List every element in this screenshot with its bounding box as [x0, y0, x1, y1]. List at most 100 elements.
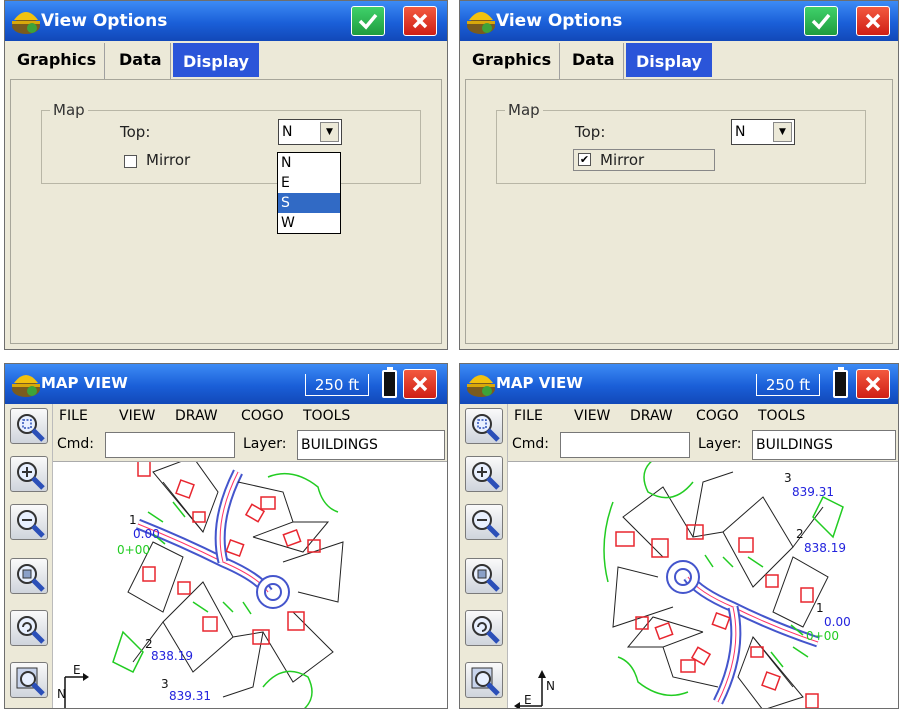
zoom-extents-icon — [472, 564, 500, 592]
menu-cogo[interactable]: COGO — [696, 404, 739, 428]
zoom-extents-icon — [17, 564, 45, 592]
title-bar: View Options — [5, 1, 447, 41]
ok-button[interactable] — [351, 6, 385, 36]
north-label: N — [57, 687, 66, 701]
zoom-previous-button[interactable] — [10, 610, 48, 646]
top-label: Top: — [575, 123, 606, 141]
zoom-window-button[interactable] — [465, 408, 503, 444]
point-number-2: 2 — [796, 527, 804, 541]
chevron-down-icon[interactable]: ▼ — [773, 122, 792, 142]
mirror-label: Mirror — [600, 151, 645, 169]
top-select-value: N — [282, 124, 293, 140]
close-icon — [412, 376, 428, 392]
tab-data[interactable]: Data — [564, 43, 624, 79]
zoom-extents-button[interactable] — [10, 558, 48, 594]
checkmark-icon — [811, 13, 831, 30]
tab-display[interactable]: Display — [626, 43, 712, 77]
zoom-previous-button[interactable] — [465, 610, 503, 646]
chevron-down-icon[interactable]: ▼ — [320, 122, 339, 142]
app-logo-icon — [467, 12, 495, 34]
point-elevation-3: 839.31 — [792, 485, 834, 499]
zoom-window-button[interactable] — [10, 408, 48, 444]
tab-data[interactable]: Data — [111, 43, 171, 79]
pan-button[interactable] — [10, 662, 48, 698]
east-label: E — [73, 663, 81, 677]
title-bar: MAP VIEW 250 ft — [460, 364, 898, 404]
map-group-label: Map — [50, 101, 88, 119]
zoom-out-button[interactable] — [465, 504, 503, 540]
checkmark-icon — [358, 13, 378, 30]
road-centerline — [135, 469, 290, 609]
zoom-in-button[interactable] — [10, 456, 48, 492]
site-plan-drawing: 1 0.00 0+00 2 838.19 3 839.31 N E — [514, 459, 851, 708]
north-east-arrow-icon: N E — [514, 670, 555, 708]
zoom-in-icon — [17, 462, 45, 490]
menu-cogo[interactable]: COGO — [241, 404, 284, 428]
map-canvas[interactable]: 1 0.00 0+00 2 838.19 3 839.31 N E — [508, 459, 898, 708]
zoom-out-icon — [17, 510, 45, 538]
zoom-window-icon — [472, 414, 500, 442]
zoom-extents-button[interactable] — [465, 558, 503, 594]
menu-draw[interactable]: DRAW — [175, 404, 218, 428]
zoom-out-button[interactable] — [10, 504, 48, 540]
zoom-out-icon — [472, 510, 500, 538]
menu-file[interactable]: FILE — [514, 404, 543, 428]
battery-icon — [833, 367, 848, 398]
pan-button[interactable] — [465, 662, 503, 698]
view-options-dialog-right: View Options Graphics Data Display Map T… — [459, 0, 899, 350]
point-elevation-2: 838.19 — [151, 649, 193, 663]
close-button[interactable] — [403, 6, 437, 36]
map-title: MAP VIEW — [496, 374, 583, 392]
point-elevation-1: 0.00 — [133, 527, 160, 541]
station-label: 0+00 — [806, 629, 839, 643]
dropdown-option-e[interactable]: E — [278, 173, 340, 193]
top-select[interactable]: N ▼ — [278, 119, 342, 145]
tool-column — [460, 404, 508, 708]
tab-display[interactable]: Display — [173, 43, 259, 77]
tab-graphics[interactable]: Graphics — [9, 43, 106, 79]
command-row: Cmd: Layer: BUILDINGS — [53, 428, 447, 462]
menu-tools[interactable]: TOOLS — [758, 404, 805, 428]
zoom-window-icon — [17, 414, 45, 442]
map-title: MAP VIEW — [41, 374, 128, 392]
point-elevation-1: 0.00 — [824, 615, 851, 629]
east-label: E — [524, 693, 532, 707]
close-button[interactable] — [856, 6, 890, 36]
menu-draw[interactable]: DRAW — [630, 404, 673, 428]
dropdown-option-s[interactable]: S — [278, 193, 340, 213]
display-tab-content: Map Top: N ▼ ✔ Mirror — [465, 79, 893, 344]
cmd-input[interactable] — [105, 432, 235, 458]
display-tab-content: Map Top: N ▼ Mirror N E S W — [10, 79, 442, 344]
menu-bar: FILE VIEW DRAW COGO TOOLS — [508, 404, 898, 428]
cmd-input[interactable] — [560, 432, 690, 458]
mirror-checkbox[interactable]: ✔ — [578, 153, 591, 166]
mirror-checkbox[interactable] — [124, 155, 137, 168]
menu-file[interactable]: FILE — [59, 404, 88, 428]
tab-graphics[interactable]: Graphics — [464, 43, 561, 79]
layer-label: Layer: — [243, 436, 287, 452]
top-select[interactable]: N ▼ — [731, 119, 795, 145]
map-canvas[interactable]: 1 0.00 0+00 2 838.19 3 839.31 E N — [53, 456, 447, 708]
menu-view[interactable]: VIEW — [574, 404, 610, 428]
map-group-label: Map — [505, 101, 543, 119]
dialog-title: View Options — [41, 11, 168, 31]
point-number-3: 3 — [161, 677, 169, 691]
menu-tools[interactable]: TOOLS — [303, 404, 350, 428]
zoom-previous-icon — [472, 616, 500, 644]
dropdown-option-n[interactable]: N — [278, 153, 340, 173]
title-bar: MAP VIEW 250 ft — [5, 364, 447, 404]
zoom-in-button[interactable] — [465, 456, 503, 492]
close-button[interactable] — [856, 369, 890, 399]
layer-field[interactable]: BUILDINGS — [752, 430, 896, 460]
point-number-1: 1 — [129, 513, 137, 527]
site-plan-drawing: 1 0.00 0+00 2 838.19 3 839.31 E N — [57, 456, 344, 708]
point-number-1: 1 — [816, 601, 824, 615]
dropdown-option-w[interactable]: W — [278, 213, 340, 233]
view-options-dialog-left: View Options Graphics Data Display Map T… — [4, 0, 448, 350]
close-button[interactable] — [403, 369, 437, 399]
mirror-focus-box[interactable]: ✔ Mirror — [573, 149, 715, 171]
close-icon — [865, 376, 881, 392]
menu-view[interactable]: VIEW — [119, 404, 155, 428]
ok-button[interactable] — [804, 6, 838, 36]
layer-field[interactable]: BUILDINGS — [297, 430, 445, 460]
